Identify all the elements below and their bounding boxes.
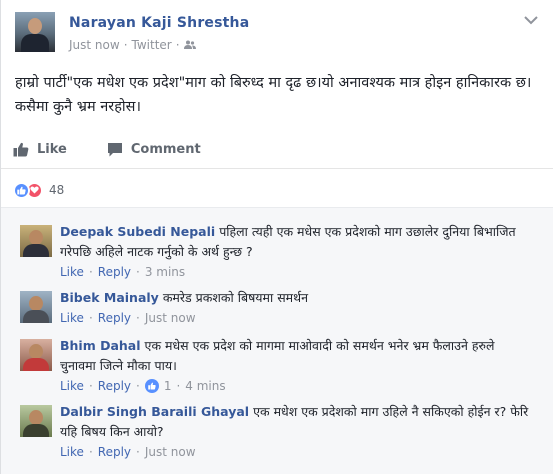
comment-like-link[interactable]: Like: [60, 265, 84, 279]
comment-time[interactable]: 4 mins: [185, 379, 225, 393]
comment-icon: [107, 142, 122, 156]
comment-meta: Like · Reply · Just now: [60, 445, 196, 459]
comments-section: Deepak Subedi Nepali पहिला त्यही एक मधेस …: [1, 207, 553, 474]
commenter-avatar[interactable]: [20, 339, 52, 371]
comment-button[interactable]: Comment: [107, 142, 201, 157]
friends-icon[interactable]: [183, 40, 196, 50]
commenter-avatar[interactable]: [20, 405, 52, 437]
post-text: हाम्रो पार्टी"एक मधेश एक प्रदेश"माग को ब…: [15, 75, 532, 115]
commenter-avatar[interactable]: [20, 225, 52, 257]
author-name[interactable]: Narayan Kaji Shrestha: [69, 15, 249, 31]
comment-button-label: Comment: [130, 141, 201, 157]
comment-reply-link[interactable]: Reply: [98, 265, 131, 279]
comment-like-link[interactable]: Like: [60, 379, 84, 393]
post-card: Narayan Kaji Shrestha Just now · Twitter…: [0, 0, 553, 474]
divider: [1, 168, 553, 169]
thumbs-up-icon: [13, 142, 29, 156]
comment-like-count[interactable]: 1: [164, 379, 172, 393]
comment-time[interactable]: 3 mins: [145, 265, 185, 279]
comment-meta: Like · Reply · 3 mins: [60, 265, 186, 279]
comment-text: कमरेड प्रकशको बिषयमा समर्थन: [162, 290, 309, 305]
comment-meta: Like · Reply · 1 · 4 mins: [60, 379, 226, 393]
comment-body: Dalbir Singh Baraili Ghayal एक मधेश एक प्…: [60, 402, 530, 442]
comment-reply-link[interactable]: Reply: [98, 445, 131, 459]
comment-body: Deepak Subedi Nepali पहिला त्यही एक मधेस …: [60, 222, 530, 262]
reactions-summary[interactable]: 48: [13, 180, 64, 200]
chevron-down-icon[interactable]: [523, 14, 539, 26]
post-time[interactable]: Just now: [69, 38, 120, 52]
comment-body: Bhim Dahal एक मधेस एक प्रदेश को मागमा माओ…: [60, 336, 530, 376]
like-button-label: Like: [37, 141, 67, 157]
post-meta: Just now · Twitter ·: [69, 38, 196, 52]
post-source[interactable]: Twitter: [132, 38, 172, 52]
comment-like-link[interactable]: Like: [60, 445, 84, 459]
comment-body: Bibek Mainaly कमरेड प्रकशको बिषयमा समर्थन: [60, 288, 530, 308]
comment-time[interactable]: Just now: [145, 311, 196, 325]
comment-reply-link[interactable]: Reply: [98, 311, 131, 325]
comment-meta: Like · Reply · Just now: [60, 311, 196, 325]
commenter-name[interactable]: Bhim Dahal: [60, 338, 141, 353]
like-reaction-icon: [13, 181, 30, 199]
commenter-name[interactable]: Bibek Mainaly: [60, 290, 159, 305]
like-button[interactable]: Like: [13, 142, 67, 157]
action-bar: Like Comment: [13, 134, 543, 164]
comment-like-badge-icon[interactable]: [144, 379, 159, 393]
commenter-avatar[interactable]: [20, 291, 52, 323]
author-avatar[interactable]: [15, 12, 55, 52]
commenter-name[interactable]: Dalbir Singh Baraili Ghayal: [60, 404, 249, 419]
comment-like-link[interactable]: Like: [60, 311, 84, 325]
reaction-count: 48: [49, 183, 65, 197]
commenter-name[interactable]: Deepak Subedi Nepali: [60, 224, 215, 239]
comment-time[interactable]: Just now: [145, 445, 196, 459]
comment-reply-link[interactable]: Reply: [98, 379, 131, 393]
post-header: Narayan Kaji Shrestha Just now · Twitter…: [15, 12, 538, 62]
